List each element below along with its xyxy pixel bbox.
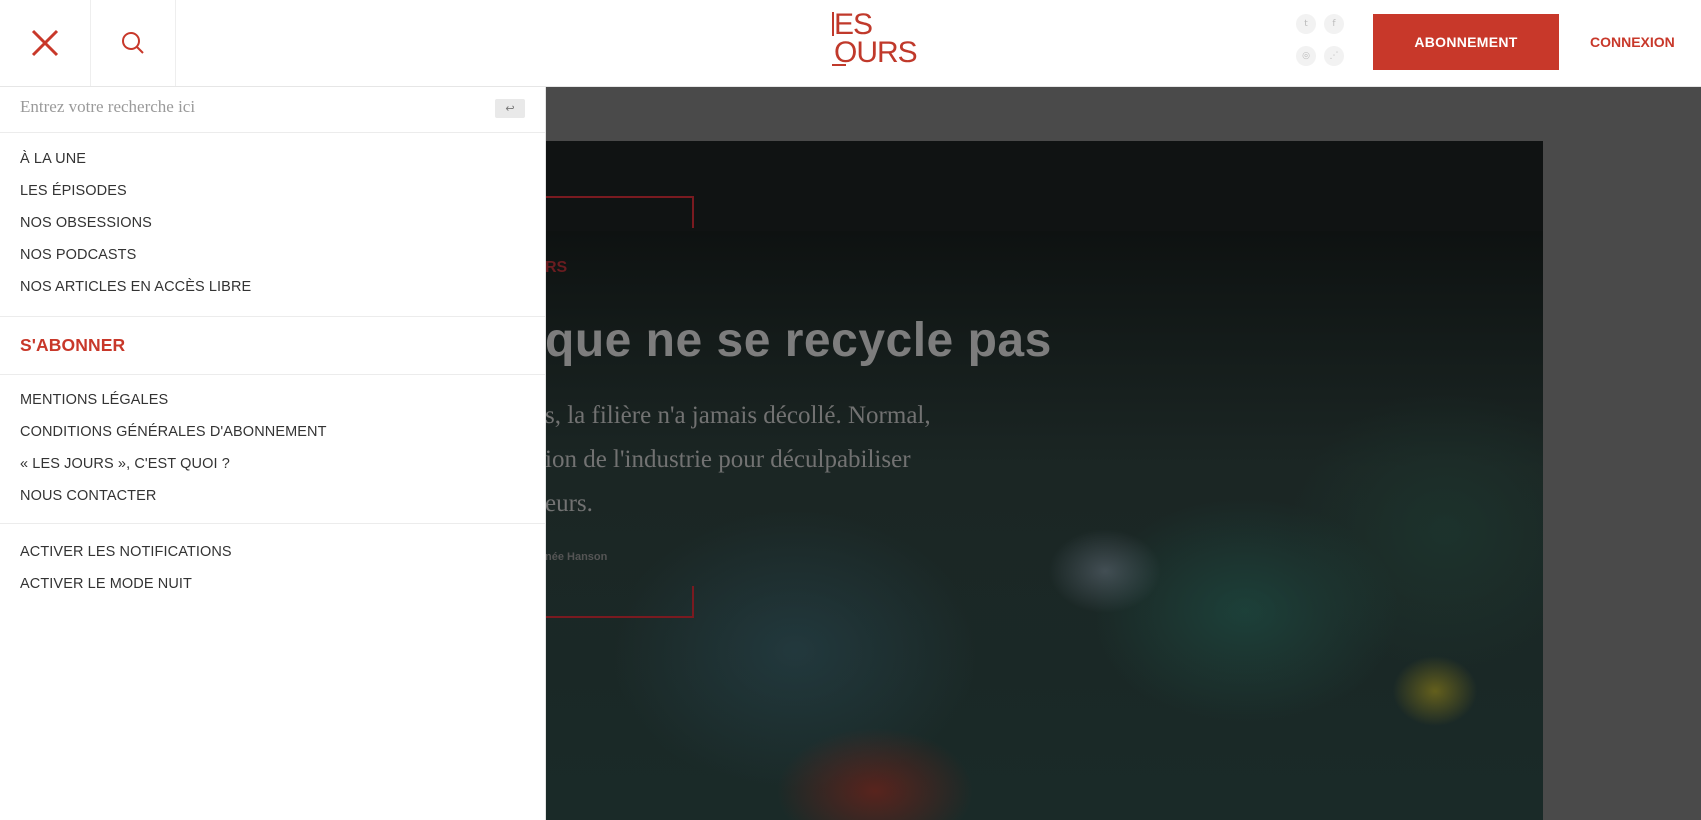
menu-item-about[interactable]: « LES JOURS », C'EST QUOI ? — [20, 456, 230, 472]
lede-line: ion de l'industrie pour déculpabiliser — [545, 446, 911, 473]
menu-search-bar: ↩ — [0, 86, 545, 133]
enter-icon[interactable]: ↩ — [495, 99, 525, 118]
rss-icon[interactable]: ⋰ — [1324, 46, 1344, 66]
menu-item-contact[interactable]: NOUS CONTACTER — [20, 488, 156, 504]
close-icon — [31, 29, 59, 57]
lede-line: eurs. — [545, 490, 593, 517]
site-logo[interactable]: ES OURS — [832, 10, 922, 72]
menu-divider — [0, 523, 545, 524]
logo-bar-bottom — [832, 64, 846, 66]
twitter-icon[interactable]: t — [1296, 14, 1316, 34]
menu-item-legal[interactable]: MENTIONS LÉGALES — [20, 392, 168, 408]
article-title[interactable]: que ne se recycle pas — [545, 313, 1052, 368]
instagram-icon[interactable]: ◎ — [1296, 46, 1316, 66]
search-button[interactable] — [91, 0, 176, 86]
frame-corner-bottom — [545, 586, 694, 618]
menu-item-notifications[interactable]: ACTIVER LES NOTIFICATIONS — [20, 544, 232, 560]
lede-line: s, la filière n'a jamais décollé. Normal… — [545, 402, 931, 429]
menu-divider — [0, 316, 545, 317]
search-input[interactable] — [20, 96, 480, 118]
social-links: t f ◎ ⋰ — [1296, 14, 1352, 74]
menu-item-free-articles[interactable]: NOS ARTICLES EN ACCÈS LIBRE — [20, 279, 251, 295]
article-byline: née Hanson — [545, 551, 608, 563]
frame-corner-top — [545, 196, 694, 228]
menu-item-a-la-une[interactable]: À LA UNE — [20, 151, 86, 167]
close-menu-button[interactable] — [0, 0, 91, 86]
menu-divider — [0, 374, 545, 375]
article-hero: RS que ne se recycle pas s, la filière n… — [545, 141, 1543, 820]
login-link[interactable]: CONNEXION — [1590, 14, 1701, 70]
menu-item-obsessions[interactable]: NOS OBSESSIONS — [20, 215, 152, 231]
search-icon — [122, 32, 144, 54]
facebook-icon[interactable]: f — [1324, 14, 1344, 34]
subscribe-button[interactable]: ABONNEMENT — [1373, 14, 1559, 70]
site-header: ES OURS t f ◎ ⋰ ABONNEMENT CONNEXION — [0, 0, 1701, 86]
menu-item-podcasts[interactable]: NOS PODCASTS — [20, 247, 136, 263]
menu-item-terms[interactable]: CONDITIONS GÉNÉRALES D'ABONNEMENT — [20, 424, 327, 440]
logo-line2: OURS — [834, 36, 918, 69]
article-lede: s, la filière n'a jamais décollé. Normal… — [545, 394, 1065, 526]
article-kicker: RS — [545, 259, 568, 276]
menu-item-subscribe[interactable]: S'ABONNER — [20, 335, 125, 356]
menu-item-episodes[interactable]: LES ÉPISODES — [20, 183, 127, 199]
menu-item-night-mode[interactable]: ACTIVER LE MODE NUIT — [20, 576, 192, 592]
side-menu: ↩ À LA UNE LES ÉPISODES NOS OBSESSIONS N… — [0, 86, 546, 820]
